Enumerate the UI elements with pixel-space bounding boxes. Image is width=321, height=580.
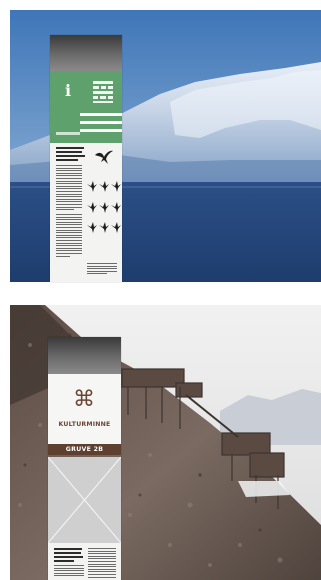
info-header: i [50, 71, 122, 143]
body-text-column-2 [88, 548, 116, 579]
site-label: GRUVE 2B [48, 444, 121, 455]
info-icon: i [64, 81, 72, 100]
info-sign: i [50, 35, 122, 282]
page: i ⌘ KULTURMINNE GRUVE 2B [0, 0, 321, 580]
heritage-sign: ⌘ KULTURMINNE GRUVE 2B [48, 337, 121, 580]
sign-cap [50, 35, 122, 71]
header-caption [56, 132, 80, 135]
heritage-body [48, 543, 121, 580]
image-placeholder [48, 457, 121, 543]
body-text-column-2 [56, 214, 82, 258]
bird-row-icon [87, 202, 121, 213]
body-text-column-3 [87, 263, 117, 276]
bird-row-icon [87, 222, 121, 233]
bird-icon [95, 150, 113, 164]
body-heading [56, 147, 86, 163]
body-heading [54, 548, 84, 564]
body-text-column [54, 565, 84, 578]
bird-row-icon [87, 181, 121, 192]
logo [93, 81, 113, 103]
body-text-column [56, 165, 82, 212]
place-of-interest-icon: ⌘ [73, 387, 95, 412]
heritage-title: KULTURMINNE [58, 421, 111, 428]
header-stripes [80, 113, 122, 141]
sign-cap [48, 337, 121, 374]
